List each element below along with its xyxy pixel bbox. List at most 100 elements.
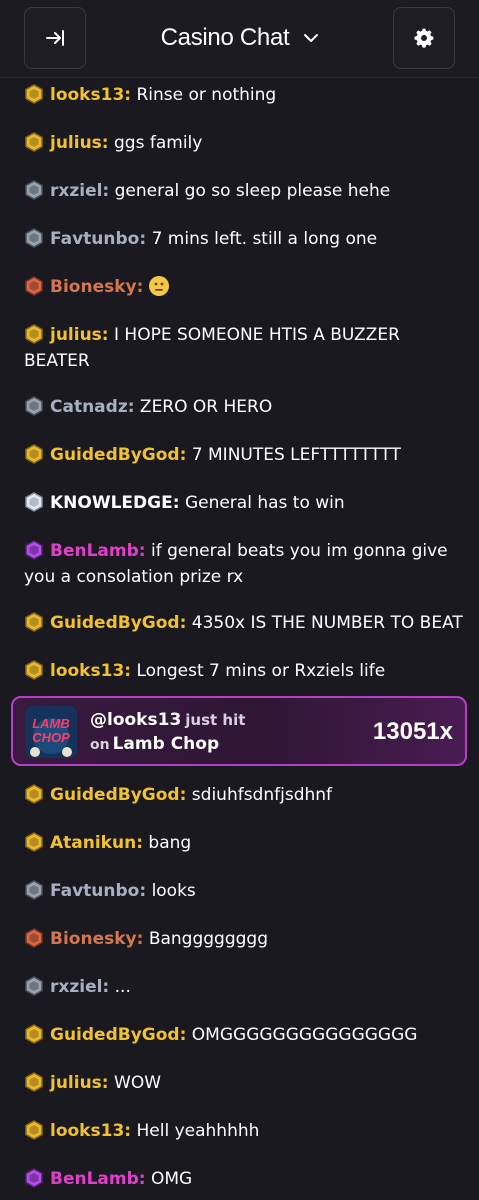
rank-gold-badge-icon	[25, 1072, 43, 1092]
chat-username[interactable]: rxziel:	[50, 977, 109, 997]
chat-username[interactable]: KNOWLEDGE:	[50, 493, 180, 513]
chat-message-text: Bangggggggg	[148, 929, 268, 949]
game-thumbnail[interactable]: LAMB CHOP	[25, 706, 77, 758]
chat-message-text: OMG	[150, 1169, 193, 1189]
chat-message-text: General has to win	[184, 493, 345, 513]
chat-message: looks13: Hell yeahhhhh	[24, 1118, 464, 1144]
chat-message-text: general go so sleep please hehe	[114, 181, 391, 201]
chat-username[interactable]: GuidedByGod:	[50, 445, 186, 465]
rank-gold-badge-icon	[25, 84, 43, 104]
gear-icon	[414, 28, 434, 48]
chat-username[interactable]: GuidedByGod:	[50, 613, 186, 633]
chat-username[interactable]: rxziel:	[50, 181, 109, 201]
chat-username[interactable]: julius:	[50, 325, 109, 345]
chat-message-text: 7 MINUTES LEFTTTTTTTT	[191, 445, 401, 465]
chat-message-text: Rinse or nothing	[136, 85, 277, 105]
chat-message-text: bang	[148, 833, 192, 853]
chat-message: Bionesky: Bangggggggg	[24, 926, 464, 952]
chat-message: GuidedByGod: 7 MINUTES LEFTTTTTTTT	[24, 442, 464, 468]
chat-username[interactable]: looks13:	[50, 1121, 131, 1141]
chat-message-list[interactable]: looks13: Rinse or nothing julius: ggs fam…	[0, 78, 479, 1200]
chat-message: GuidedByGod: OMGGGGGGGGGGGGGGG	[24, 1022, 464, 1048]
chat-message: GuidedByGod: 4350x IS THE NUMBER TO BEAT	[24, 610, 464, 636]
chat-username[interactable]: Favtunbo:	[50, 881, 146, 901]
chat-message: julius: WOW	[24, 1070, 464, 1096]
neutral-face-icon	[148, 276, 169, 296]
chat-title: Casino Chat	[160, 24, 290, 51]
chat-message-text: sdiuhfsdnfjsdhnf	[191, 785, 333, 805]
chat-message: Favtunbo: 7 mins left. still a long one	[24, 226, 464, 252]
rank-bronze-badge-icon	[25, 276, 43, 296]
chat-username[interactable]: looks13:	[50, 85, 131, 105]
chat-message: Catnadz: ZERO OR HERO	[24, 394, 464, 420]
settings-button[interactable]	[393, 7, 455, 69]
chat-message: julius: I HOPE SOMEONE HTIS A BUZZER BEA…	[24, 322, 464, 374]
chat-message-text: Longest 7 mins or Rxziels life	[136, 661, 386, 681]
chat-username[interactable]: looks13:	[50, 661, 131, 681]
chat-message: BenLamb: OMG	[24, 1166, 464, 1192]
chevron-down-icon	[304, 34, 319, 42]
thumb-title-2: CHOP	[32, 730, 70, 745]
chat-username[interactable]: BenLamb:	[50, 1169, 146, 1189]
chat-message: rxziel: general go so sleep please hehe	[24, 178, 464, 204]
chat-message-text: 7 mins left. still a long one	[151, 229, 378, 249]
win-action: just hit	[185, 711, 246, 729]
chat-message: Bionesky:	[24, 274, 464, 300]
chat-message: KNOWLEDGE: General has to win	[24, 490, 464, 516]
rank-gold-badge-icon	[25, 1024, 43, 1044]
chat-message: BenLamb: if general beats you im gonna g…	[24, 538, 464, 590]
chat-username[interactable]: Favtunbo:	[50, 229, 146, 249]
chat-username[interactable]: Bionesky:	[50, 929, 143, 949]
chat-username[interactable]: julius:	[50, 133, 109, 153]
chat-message: looks13: Longest 7 mins or Rxziels life	[24, 658, 464, 684]
chat-username[interactable]: julius:	[50, 1073, 109, 1093]
chat-username[interactable]: BenLamb:	[50, 541, 146, 561]
chat-message-text: Hell yeahhhhh	[136, 1121, 260, 1141]
collapse-panel-icon	[46, 30, 64, 46]
chat-message: julius: ggs family	[24, 130, 464, 156]
chat-message: Atanikun: bang	[24, 830, 464, 856]
win-on-label: on	[90, 737, 110, 753]
rank-platinum-badge-icon	[25, 880, 43, 900]
rank-gold-badge-icon	[25, 660, 43, 680]
rank-bronze-badge-icon	[25, 928, 43, 948]
chat-message: rxziel: ...	[24, 974, 464, 1000]
rank-diamond-badge-icon	[25, 1168, 43, 1188]
chat-message-text: WOW	[114, 1073, 162, 1093]
chat-message: GuidedByGod: sdiuhfsdnfjsdhnf	[24, 782, 464, 808]
rank-platinum-badge-icon	[25, 396, 43, 416]
chat-message: Favtunbo: looks	[24, 878, 464, 904]
rank-gold-badge-icon	[25, 1120, 43, 1140]
chat-message-text: 4350x IS THE NUMBER TO BEAT	[191, 613, 463, 633]
chat-username[interactable]: Catnadz:	[50, 397, 135, 417]
rank-gold-badge-icon	[25, 612, 43, 632]
big-win-notification[interactable]: LAMB CHOP @looks13 just hit on Lamb Chop 1…	[11, 696, 467, 766]
rank-platinum-badge-icon	[25, 228, 43, 248]
rank-gold-badge-icon	[25, 324, 43, 344]
chat-username[interactable]: GuidedByGod:	[50, 1025, 186, 1045]
chat-message-text: OMGGGGGGGGGGGGGGG	[191, 1025, 418, 1045]
chat-message-text: ...	[114, 977, 131, 997]
win-multiplier: 13051x	[372, 718, 453, 745]
chat-message-text: ggs family	[114, 133, 203, 153]
win-username[interactable]: @looks13	[90, 710, 181, 730]
chat-selector-dropdown[interactable]: Casino Chat	[130, 18, 350, 58]
rank-platinum-badge-icon	[25, 180, 43, 200]
chat-username[interactable]: Bionesky:	[50, 277, 143, 297]
rank-white-badge-icon	[25, 492, 43, 512]
rank-gold-badge-icon	[25, 132, 43, 152]
chat-username[interactable]: Atanikun:	[50, 833, 143, 853]
chat-message-text: looks	[151, 881, 196, 901]
rank-gold-badge-icon	[25, 832, 43, 852]
rank-gold-badge-icon	[25, 784, 43, 804]
chat-username[interactable]: GuidedByGod:	[50, 785, 186, 805]
chat-message: looks13: Rinse or nothing	[24, 82, 464, 108]
rank-diamond-badge-icon	[25, 540, 43, 560]
thumb-title-1: LAMB	[32, 716, 70, 731]
chat-message-text: ZERO OR HERO	[139, 397, 273, 417]
chat-header: Casino Chat	[0, 0, 479, 78]
rank-platinum-badge-icon	[25, 976, 43, 996]
win-game-name[interactable]: Lamb Chop	[113, 734, 220, 754]
rank-gold-badge-icon	[25, 444, 43, 464]
collapse-chat-button[interactable]	[24, 7, 86, 69]
